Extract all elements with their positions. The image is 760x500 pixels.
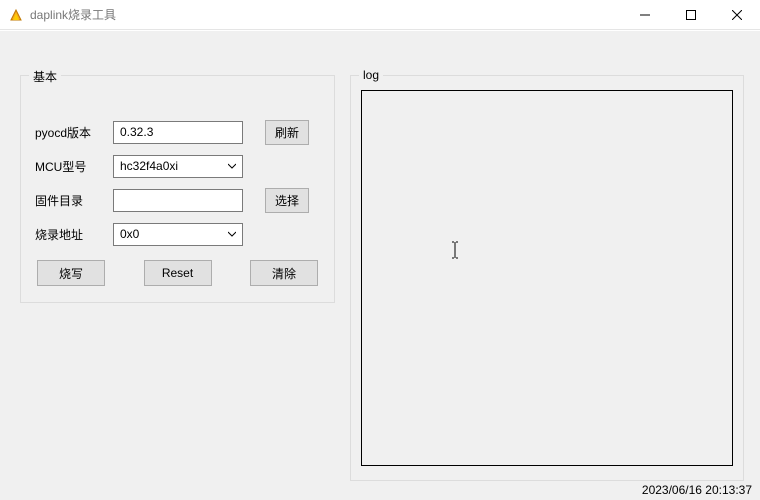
row-firmware-dir: 固件目录 选择 (35, 188, 309, 212)
titlebar-left: daplink烧录工具 (8, 6, 116, 23)
combo-mcu-model[interactable]: hc32f4a0xi (113, 155, 243, 178)
group-basic-title: 基本 (29, 68, 61, 85)
maximize-button[interactable] (668, 0, 714, 29)
group-basic: 基本 pyocd版本 刷新 MCU型号 hc32f4a0xi 固件目录 选择 烧… (20, 75, 335, 303)
label-mcu-model: MCU型号 (35, 158, 113, 175)
client-area: 基本 pyocd版本 刷新 MCU型号 hc32f4a0xi 固件目录 选择 烧… (0, 30, 760, 500)
minimize-button[interactable] (622, 0, 668, 29)
label-burn-address: 烧录地址 (35, 226, 113, 243)
row-mcu-model: MCU型号 hc32f4a0xi (35, 154, 243, 178)
combo-burn-address[interactable]: 0x0 (113, 223, 243, 246)
row-pyocd-version: pyocd版本 刷新 (35, 120, 309, 144)
action-button-row: 烧写 Reset 清除 (37, 260, 318, 286)
log-textarea[interactable] (361, 90, 733, 466)
window-title: daplink烧录工具 (30, 6, 116, 23)
app-icon (8, 7, 24, 23)
chevron-down-icon (226, 228, 238, 240)
group-log: log (350, 75, 744, 481)
row-burn-address: 烧录地址 0x0 (35, 222, 243, 246)
combo-mcu-model-text: hc32f4a0xi (120, 159, 226, 173)
text-cursor-icon (450, 241, 460, 259)
burn-button[interactable]: 烧写 (37, 260, 105, 286)
titlebar: daplink烧录工具 (0, 0, 760, 30)
input-firmware-dir[interactable] (113, 189, 243, 212)
close-button[interactable] (714, 0, 760, 29)
select-button[interactable]: 选择 (265, 188, 309, 213)
chevron-down-icon (226, 160, 238, 172)
combo-burn-address-text: 0x0 (120, 227, 226, 241)
clear-button[interactable]: 清除 (250, 260, 318, 286)
group-log-title: log (359, 68, 383, 82)
caption-buttons (622, 0, 760, 29)
label-pyocd-version: pyocd版本 (35, 124, 113, 141)
refresh-button[interactable]: 刷新 (265, 120, 309, 145)
reset-button[interactable]: Reset (144, 260, 212, 286)
input-pyocd-version[interactable] (113, 121, 243, 144)
statusbar: 2023/06/16 20:13:37 (0, 480, 760, 500)
status-datetime: 2023/06/16 20:13:37 (642, 483, 752, 497)
label-firmware-dir: 固件目录 (35, 192, 113, 209)
